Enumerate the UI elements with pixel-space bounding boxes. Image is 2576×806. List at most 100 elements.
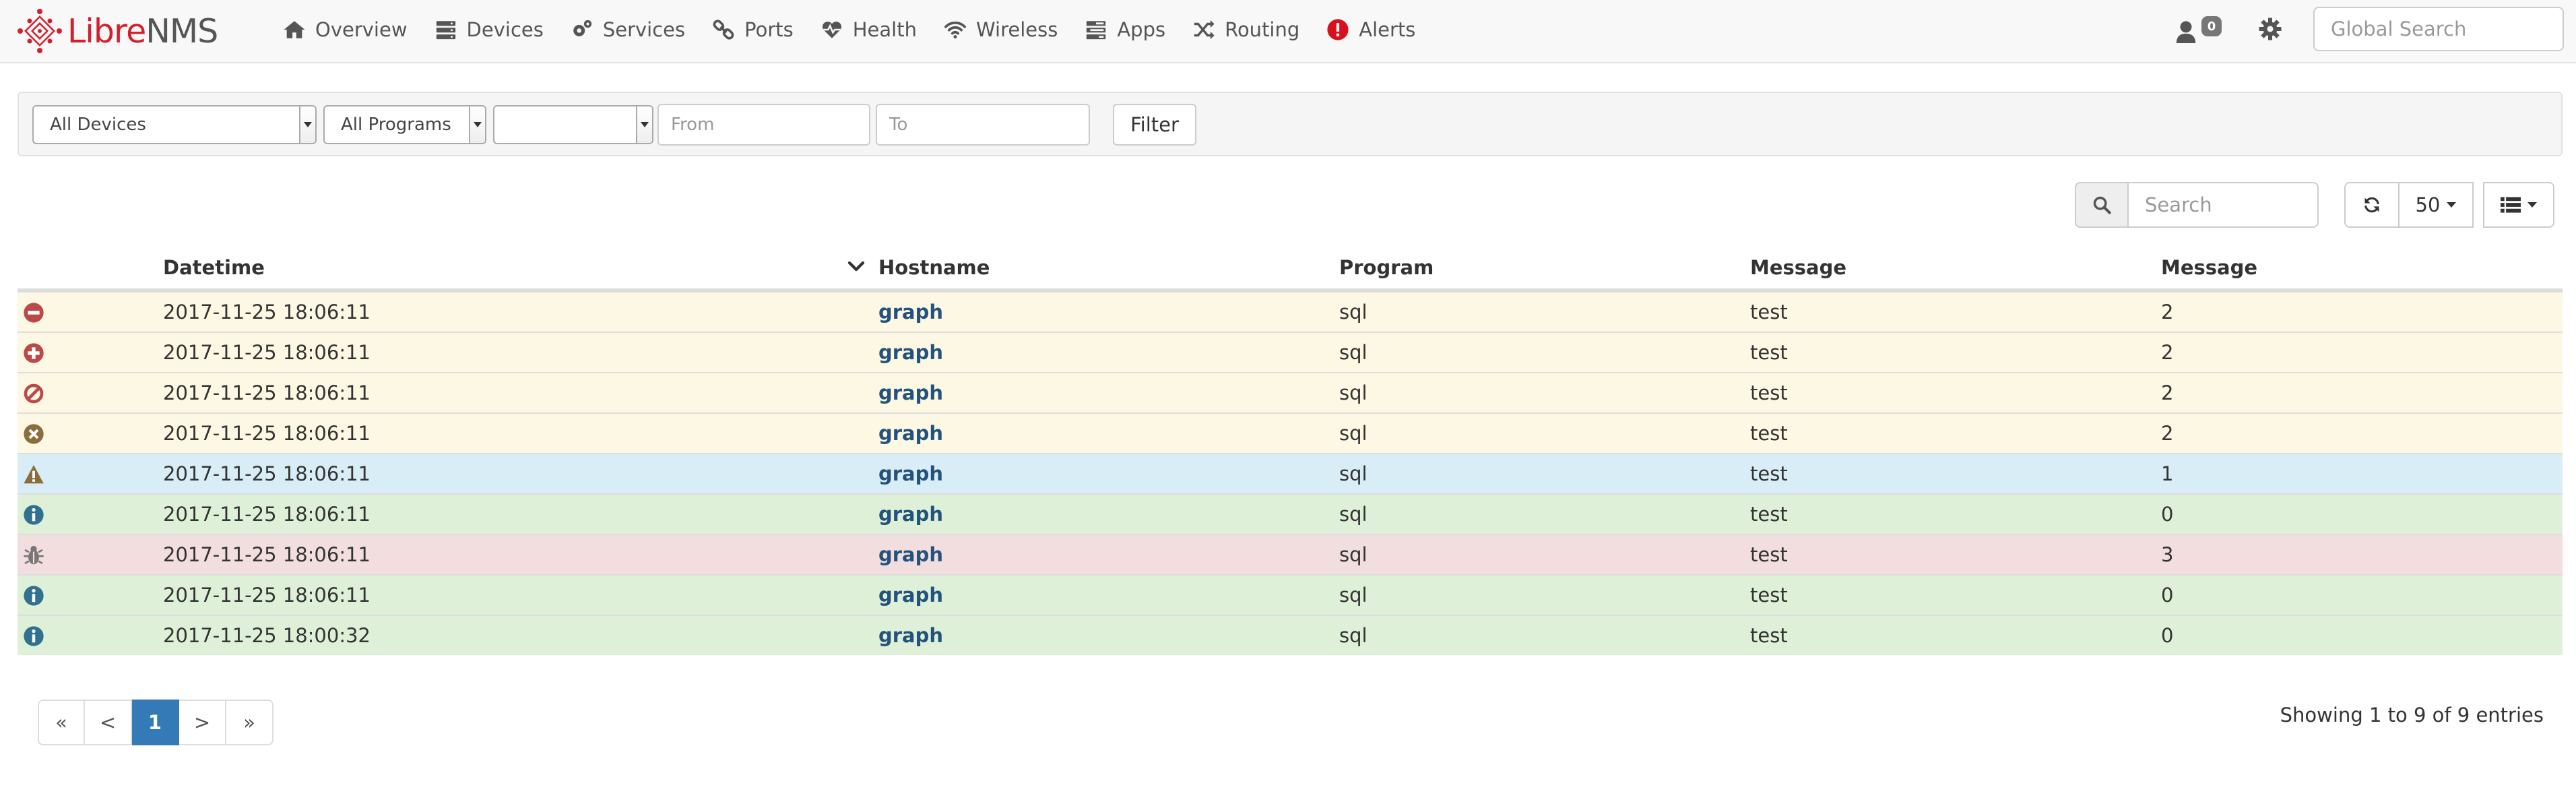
row-hostname-link[interactable]: graph [878, 462, 943, 485]
librenms-logo-icon [18, 9, 62, 53]
row-hostname-link[interactable]: graph [878, 301, 943, 323]
nav-apps[interactable]: Apps [1083, 17, 1165, 42]
info-circle-icon [24, 586, 44, 606]
warning-icon [24, 465, 44, 484]
row-priority: 1 [2161, 462, 2174, 485]
brand-name-nms: NMS [146, 11, 218, 51]
row-priority: 2 [2161, 422, 2174, 445]
row-program: sql [1339, 381, 1367, 404]
row-datetime: 2017-11-25 18:06:11 [163, 543, 371, 566]
nav-overview[interactable]: Overview [282, 17, 408, 42]
row-program: sql [1339, 503, 1367, 526]
filter-button[interactable]: Filter [1113, 104, 1196, 146]
row-datetime: 2017-11-25 18:06:11 [163, 584, 371, 607]
nav-health[interactable]: Health [819, 17, 917, 42]
priority-select[interactable] [493, 105, 653, 144]
row-priority: 2 [2161, 301, 2174, 323]
nav-ports[interactable]: Ports [711, 17, 794, 42]
nav-services-label: Services [602, 18, 686, 41]
nav-alerts[interactable]: Alerts [1325, 17, 1415, 42]
gear-icon [2259, 18, 2282, 40]
program-select[interactable]: All Programs [323, 105, 486, 144]
column-priority[interactable]: Message [2161, 256, 2257, 279]
nav-routing[interactable]: Routing [1191, 17, 1299, 42]
row-priority: 0 [2161, 503, 2174, 526]
navbar: LibreNMS Overview Devices Services Ports [0, 0, 2576, 63]
column-datetime[interactable]: Datetime [163, 256, 265, 279]
page-size-dropdown[interactable]: 50 [2400, 182, 2474, 228]
list-icon [2501, 197, 2521, 213]
table-row: 2017-11-25 18:06:11 graph sql test 2 [18, 412, 2563, 453]
row-message: test [1750, 624, 1788, 647]
first-page-button[interactable]: « [38, 700, 85, 745]
user-icon [2176, 21, 2196, 43]
row-program: sql [1339, 341, 1367, 364]
home-icon [282, 17, 307, 42]
page-size-value: 50 [2415, 193, 2441, 216]
table-body: 2017-11-25 18:06:11 graph sql test 2 2017-11-… [18, 291, 2563, 655]
grid-search-input[interactable] [2129, 182, 2319, 228]
row-hostname-link[interactable]: graph [878, 422, 943, 445]
prev-page-button[interactable]: < [85, 700, 132, 745]
columns-dropdown[interactable] [2483, 182, 2554, 228]
row-hostname-link[interactable]: graph [878, 503, 943, 526]
device-select-value: All Devices [50, 115, 146, 135]
row-priority: 0 [2161, 624, 2174, 647]
nav-routing-label: Routing [1225, 18, 1300, 41]
chevron-down-icon [299, 106, 315, 143]
row-message: test [1750, 543, 1788, 566]
row-datetime: 2017-11-25 18:06:11 [163, 381, 371, 404]
main-menu: Overview Devices Services Ports Health W… [282, 0, 1441, 59]
from-date-input[interactable] [657, 104, 870, 146]
row-hostname-link[interactable]: graph [878, 543, 943, 566]
table-row: 2017-11-25 18:06:11 graph sql test 3 [18, 534, 2563, 574]
brand-logo[interactable]: LibreNMS [16, 7, 218, 55]
table-row: 2017-11-25 18:00:32 graph sql test 0 [18, 615, 2563, 655]
row-hostname-link[interactable]: graph [878, 624, 943, 647]
row-message: test [1750, 462, 1788, 485]
row-priority: 2 [2161, 381, 2174, 404]
chevron-down-icon [469, 106, 485, 143]
nav-wireless[interactable]: Wireless [942, 17, 1058, 42]
settings-menu[interactable] [2258, 17, 2285, 44]
ban-icon [24, 383, 44, 404]
row-message: test [1750, 341, 1788, 364]
user-menu[interactable]: 0 [2175, 12, 2228, 50]
to-date-input[interactable] [876, 104, 1090, 146]
bug-icon [24, 546, 44, 565]
row-hostname-link[interactable]: graph [878, 584, 943, 607]
row-program: sql [1339, 624, 1367, 647]
last-page-button[interactable]: » [226, 700, 273, 745]
device-select[interactable]: All Devices [32, 105, 317, 144]
syslog-table: Datetime Hostname Program Message Messag… [18, 247, 2563, 655]
row-datetime: 2017-11-25 18:06:11 [163, 422, 371, 445]
minus-circle-icon [24, 303, 44, 323]
column-program[interactable]: Program [1339, 256, 1434, 279]
row-hostname-link[interactable]: graph [878, 381, 943, 404]
nav-health-label: Health [852, 18, 917, 41]
table-header: Datetime Hostname Program Message Messag… [18, 247, 2563, 291]
row-hostname-link[interactable]: graph [878, 341, 943, 364]
refresh-button[interactable] [2344, 182, 2400, 228]
row-priority: 2 [2161, 341, 2174, 364]
table-row: 2017-11-25 18:06:11 graph sql test 0 [18, 493, 2563, 534]
grid-search-group [2075, 182, 2319, 228]
next-page-button[interactable]: > [179, 700, 226, 745]
chevron-down-icon [636, 106, 652, 143]
nav-services[interactable]: Services [569, 17, 685, 42]
column-message[interactable]: Message [1750, 256, 1846, 279]
page-1-button[interactable]: 1 [132, 700, 179, 745]
notification-count-badge: 0 [2201, 16, 2222, 36]
nav-ports-label: Ports [744, 18, 794, 41]
global-search-input[interactable] [2313, 7, 2564, 51]
row-program: sql [1339, 462, 1367, 485]
column-hostname[interactable]: Hostname [878, 256, 990, 279]
nav-devices[interactable]: Devices [433, 17, 544, 42]
server-icon [433, 17, 459, 42]
grid-actions: 50 [2344, 182, 2554, 228]
row-datetime: 2017-11-25 18:00:32 [163, 624, 371, 647]
row-datetime: 2017-11-25 18:06:11 [163, 462, 371, 485]
entries-info: Showing 1 to 9 of 9 entries [2280, 704, 2544, 726]
row-message: test [1750, 381, 1788, 404]
caret-down-icon [2527, 202, 2537, 208]
